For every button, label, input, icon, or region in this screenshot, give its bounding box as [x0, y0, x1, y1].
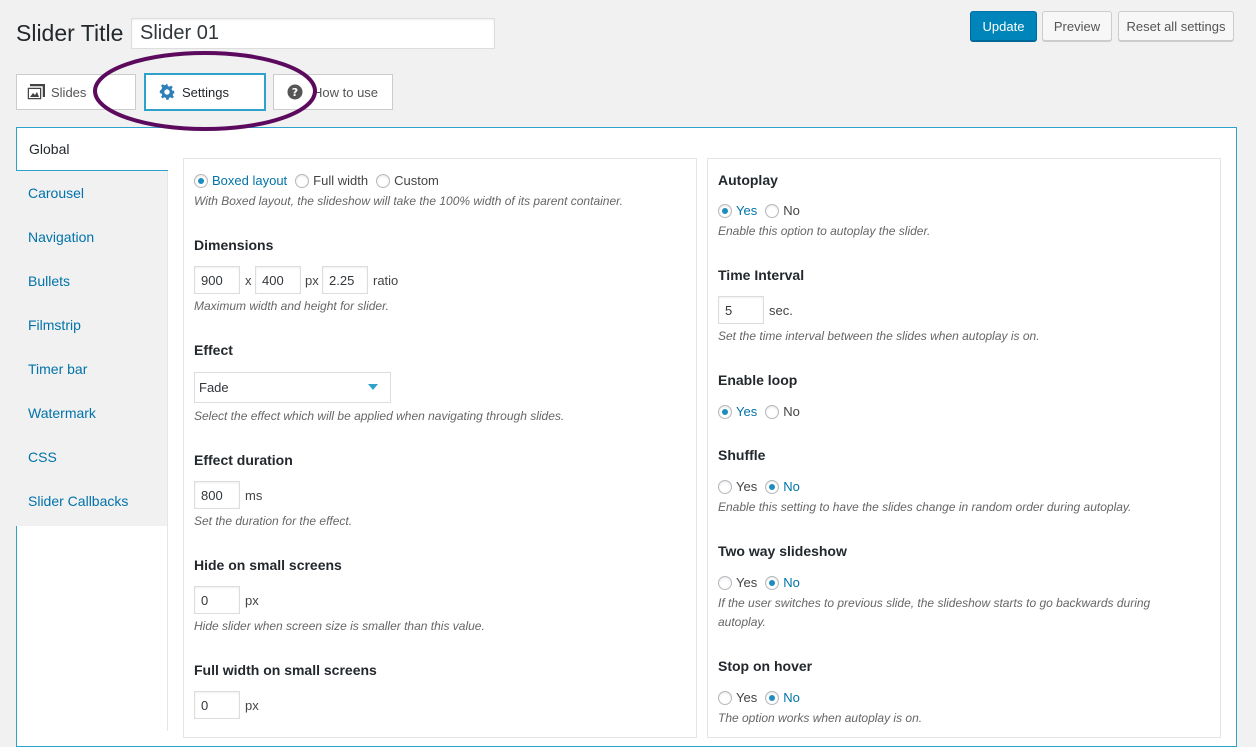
full-width-small-screens-unit: px — [245, 698, 259, 713]
two-way-yes-label[interactable]: Yes — [736, 575, 757, 590]
effect-select[interactable]: Fade — [194, 372, 391, 403]
hide-small-screens-unit: px — [245, 593, 259, 608]
layout-description: With Boxed layout, the slideshow will ta… — [194, 194, 624, 208]
layout-boxed-label[interactable]: Boxed layout — [212, 173, 287, 188]
height-input[interactable]: 400 — [255, 266, 301, 294]
two-way-slideshow-heading: Two way slideshow — [718, 543, 847, 559]
layout-boxed-radio[interactable] — [194, 173, 208, 188]
gear-icon — [159, 83, 176, 100]
width-input[interactable]: 900 — [194, 266, 240, 294]
stop-on-hover-heading: Stop on hover — [718, 658, 813, 674]
autoplay-radio-group: Yes No — [718, 203, 808, 218]
dimensions-unit: px — [305, 273, 319, 288]
layout-radio-group: Boxed layout Full width Custom — [194, 173, 447, 188]
layout-full-width-radio[interactable] — [295, 173, 310, 188]
svg-text:?: ? — [292, 86, 298, 99]
two-way-slideshow-radio-group: Yes No — [718, 575, 808, 590]
full-width-small-screens-input[interactable]: 0 — [194, 691, 240, 719]
shuffle-yes-radio[interactable] — [718, 479, 732, 494]
stop-on-hover-radio-group: Yes No — [718, 690, 808, 705]
layout-full-width-label[interactable]: Full width — [313, 173, 368, 188]
hide-small-screens-input[interactable]: 0 — [194, 586, 240, 614]
tab-settings-label: Settings — [182, 84, 229, 100]
stop-on-hover-description: The option works when autoplay is on. — [718, 711, 923, 725]
time-interval-unit: sec. — [769, 303, 793, 318]
two-way-no-label[interactable]: No — [783, 575, 800, 590]
slider-title-input[interactable]: Slider 01 — [131, 18, 495, 49]
shuffle-no-label[interactable]: No — [783, 479, 800, 494]
tab-how-to-use[interactable]: ? How to use — [273, 74, 393, 110]
effect-description: Select the effect which will be applied … — [194, 409, 565, 423]
layout-custom-label[interactable]: Custom — [394, 173, 439, 188]
sidebar-item-bullets[interactable]: Bullets — [16, 259, 167, 303]
chevron-down-icon — [368, 384, 378, 390]
effect-duration-heading: Effect duration — [194, 452, 293, 468]
autoplay-heading: Autoplay — [718, 172, 778, 188]
sidebar-item-navigation[interactable]: Navigation — [16, 215, 167, 259]
full-width-small-screens-heading: Full width on small screens — [194, 662, 377, 678]
effect-duration-input[interactable]: 800 — [194, 481, 240, 509]
sidebar-item-css[interactable]: CSS — [16, 435, 167, 479]
autoplay-no-label[interactable]: No — [783, 203, 800, 218]
enable-loop-heading: Enable loop — [718, 372, 798, 388]
hide-small-screens-description: Hide slider when screen size is smaller … — [194, 619, 485, 633]
effect-duration-description: Set the duration for the effect. — [194, 514, 353, 528]
ratio-input[interactable]: 2.25 — [322, 266, 368, 294]
enable-loop-yes-radio[interactable] — [718, 404, 732, 419]
sidebar-item-filmstrip[interactable]: Filmstrip — [16, 303, 167, 347]
sidebar-item-timer-bar[interactable]: Timer bar — [16, 347, 167, 391]
time-interval-heading: Time Interval — [718, 267, 805, 283]
two-way-yes-radio[interactable] — [718, 575, 732, 590]
two-way-description-line2: autoplay. — [718, 615, 766, 629]
time-interval-description: Set the time interval between the slides… — [718, 329, 1040, 343]
enable-loop-radio-group: Yes No — [718, 404, 808, 419]
shuffle-no-radio[interactable] — [765, 479, 780, 494]
shuffle-description: Enable this setting to have the slides c… — [718, 500, 1132, 514]
dimensions-description: Maximum width and height for slider. — [194, 299, 389, 313]
enable-loop-yes-label[interactable]: Yes — [736, 404, 757, 419]
sidebar-item-carousel[interactable]: Carousel — [16, 171, 167, 215]
autoplay-yes-radio[interactable] — [718, 203, 732, 218]
sidebar-item-watermark[interactable]: Watermark — [16, 391, 167, 435]
effect-duration-unit: ms — [245, 488, 263, 503]
slider-title-label: Slider Title — [16, 20, 124, 46]
tab-settings[interactable]: Settings — [144, 73, 266, 111]
tab-slides-label: Slides — [51, 84, 87, 100]
hide-small-screens-heading: Hide on small screens — [194, 557, 342, 573]
reset-all-settings-button[interactable]: Reset all settings — [1118, 11, 1234, 41]
autoplay-no-radio[interactable] — [765, 203, 780, 218]
layout-custom-radio[interactable] — [376, 173, 391, 188]
tab-slides[interactable]: Slides — [16, 74, 136, 110]
stop-hover-no-label[interactable]: No — [783, 690, 800, 705]
time-interval-input[interactable]: 5 — [718, 296, 764, 324]
enable-loop-no-label[interactable]: No — [783, 404, 800, 419]
effect-heading: Effect — [194, 342, 233, 358]
preview-button[interactable]: Preview — [1042, 11, 1112, 41]
tab-how-to-use-label: How to use — [313, 84, 379, 100]
effect-select-value: Fade — [199, 380, 229, 395]
stop-hover-no-radio[interactable] — [765, 690, 780, 705]
stop-hover-yes-label[interactable]: Yes — [736, 690, 757, 705]
autoplay-yes-label[interactable]: Yes — [736, 203, 757, 218]
two-way-no-radio[interactable] — [765, 575, 780, 590]
shuffle-radio-group: Yes No — [718, 479, 808, 494]
sidebar-divider — [167, 171, 168, 731]
global-settings-right-column — [707, 158, 1221, 738]
ratio-label: ratio — [373, 273, 399, 288]
enable-loop-no-radio[interactable] — [765, 404, 780, 419]
dimensions-x-separator: x — [245, 273, 252, 288]
sidebar-item-slider-callbacks[interactable]: Slider Callbacks — [16, 479, 167, 523]
shuffle-yes-label[interactable]: Yes — [736, 479, 757, 494]
dimensions-heading: Dimensions — [194, 237, 274, 253]
shuffle-heading: Shuffle — [718, 447, 766, 463]
autoplay-description: Enable this option to autoplay the slide… — [718, 224, 931, 238]
sidebar-item-global[interactable]: Global — [16, 127, 168, 171]
two-way-description-line1: If the user switches to previous slide, … — [718, 596, 1151, 610]
images-icon — [27, 84, 45, 100]
stop-hover-yes-radio[interactable] — [718, 690, 732, 705]
update-button[interactable]: Update — [970, 11, 1037, 41]
question-icon: ? — [287, 84, 303, 100]
